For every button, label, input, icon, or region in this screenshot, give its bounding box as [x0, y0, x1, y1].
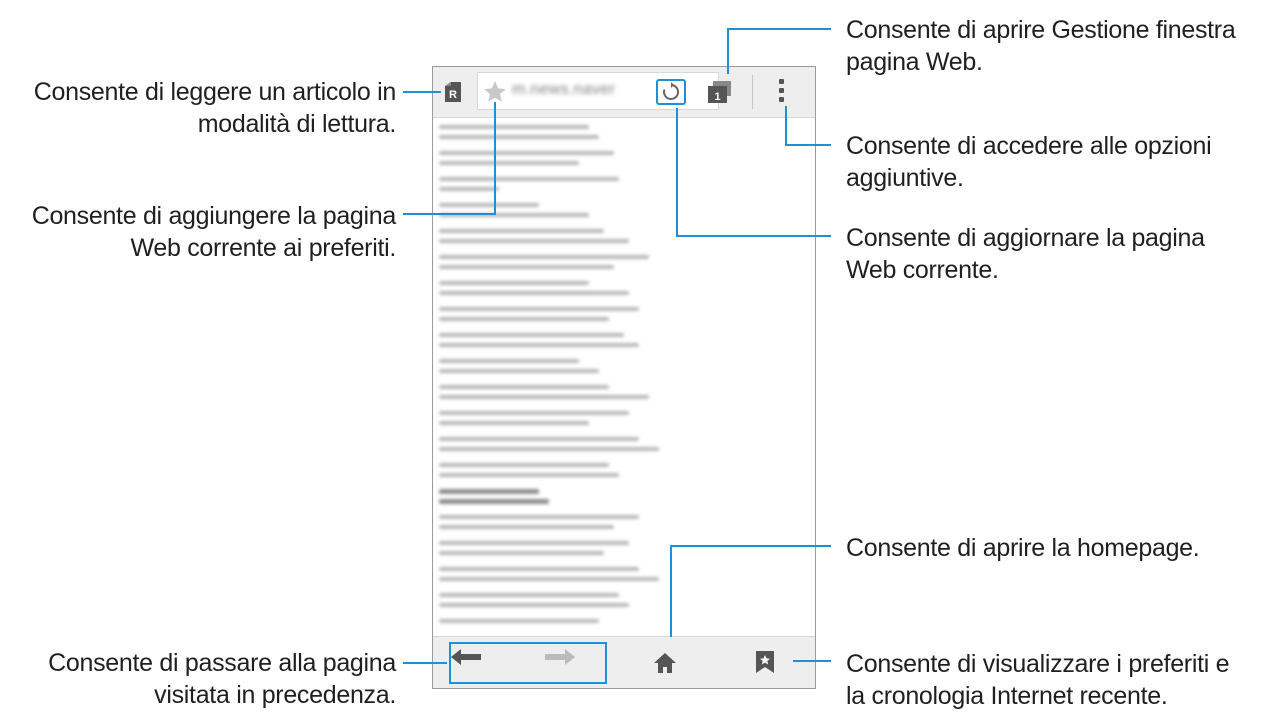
blurred-text-line [439, 203, 539, 207]
blurred-text-line [439, 125, 589, 129]
arrow-right-icon[interactable] [543, 647, 577, 667]
leader-line-bookmarks [793, 660, 831, 662]
callout-refresh: Consente di aggiornare la pagina Web cor… [846, 224, 1205, 284]
svg-text:R: R [449, 89, 457, 101]
callout-reader: Consente di leggere un articolo in modal… [33, 78, 397, 138]
blurred-text-line [439, 619, 599, 623]
leader-line-reader [403, 91, 441, 93]
leader-line-star-h [403, 213, 496, 215]
blurred-text-line [439, 229, 604, 233]
blurred-text-line [439, 333, 624, 337]
blurred-text-line [439, 447, 659, 451]
blurred-text-line [439, 395, 649, 399]
blurred-text-line [439, 343, 639, 347]
blurred-text-line [439, 281, 589, 285]
blurred-text-line [439, 239, 629, 243]
url-bar[interactable]: m.news.naver [477, 72, 719, 110]
blurred-text-line [439, 411, 629, 415]
blurred-text-line [439, 437, 639, 441]
callout-more-options: Consente di accedere alle opzioni aggiun… [846, 132, 1212, 192]
leader-line-back [403, 662, 447, 664]
blurred-text-line [439, 359, 579, 363]
blurred-text-line [439, 255, 649, 259]
blurred-text-line [439, 421, 589, 425]
tabs-icon[interactable]: 1 [707, 80, 733, 104]
blurred-text-line [439, 489, 539, 494]
blurred-text-line [439, 463, 609, 467]
blurred-text-line [439, 151, 614, 155]
leader-line-more-v [785, 106, 787, 146]
callout-bookmarks-history: Consente di visualizzare i preferiti e l… [846, 650, 1230, 710]
reader-mode-icon[interactable]: R [443, 81, 463, 103]
blurred-text-line [439, 307, 639, 311]
refresh-icon [663, 82, 680, 100]
blurred-text-line [439, 473, 619, 477]
blurred-text-line [439, 369, 599, 373]
url-text: m.news.naver [512, 81, 616, 98]
blurred-text-line [439, 187, 499, 191]
blurred-text-line [439, 551, 604, 555]
leader-line-more-h [785, 144, 831, 146]
blurred-text-line [439, 577, 659, 581]
leader-line-star-v [494, 102, 496, 215]
callout-back: Consente di passare alla pagina visitata… [48, 649, 396, 709]
tab-count: 1 [714, 91, 720, 103]
more-vert-icon[interactable] [776, 79, 786, 107]
blurred-text-line [439, 291, 629, 295]
browser-toolbar: R m.news.naver 1 [433, 67, 815, 118]
blurred-text-line [439, 317, 609, 321]
blurred-text-line [439, 567, 639, 571]
leader-line-tabs-v [727, 28, 729, 74]
leader-line-tabs-h [727, 28, 831, 30]
leader-line-home-h [670, 545, 831, 547]
home-icon[interactable] [653, 651, 677, 675]
blurred-text-line [439, 541, 629, 545]
callout-bookmark-add: Consente di aggiungere la pagina Web cor… [31, 202, 397, 262]
blurred-text-line [439, 525, 614, 529]
blurred-text-line [439, 265, 614, 269]
web-content [433, 119, 815, 634]
leader-line-home-v [670, 545, 672, 637]
blurred-text-line [439, 177, 619, 181]
refresh-button[interactable] [656, 79, 686, 105]
arrow-left-icon[interactable] [449, 647, 483, 667]
blurred-text-line [439, 499, 549, 504]
blurred-text-line [439, 135, 599, 139]
blurred-text-line [439, 515, 639, 519]
bookmark-icon[interactable] [755, 650, 775, 674]
blurred-text-line [439, 593, 619, 597]
toolbar-divider [752, 75, 753, 109]
browser-bottom-bar [433, 636, 815, 688]
blurred-text-line [439, 161, 579, 165]
blurred-text-line [439, 603, 629, 607]
leader-line-refresh-h [676, 235, 831, 237]
callout-tab-manager: Consente di aprire Gestione finestra pag… [846, 16, 1236, 76]
callout-home: Consente di aprire la homepage. [846, 534, 1200, 562]
leader-line-refresh-v [676, 108, 678, 237]
blurred-text-line [439, 385, 609, 389]
browser-screen: R m.news.naver 1 [432, 66, 816, 689]
